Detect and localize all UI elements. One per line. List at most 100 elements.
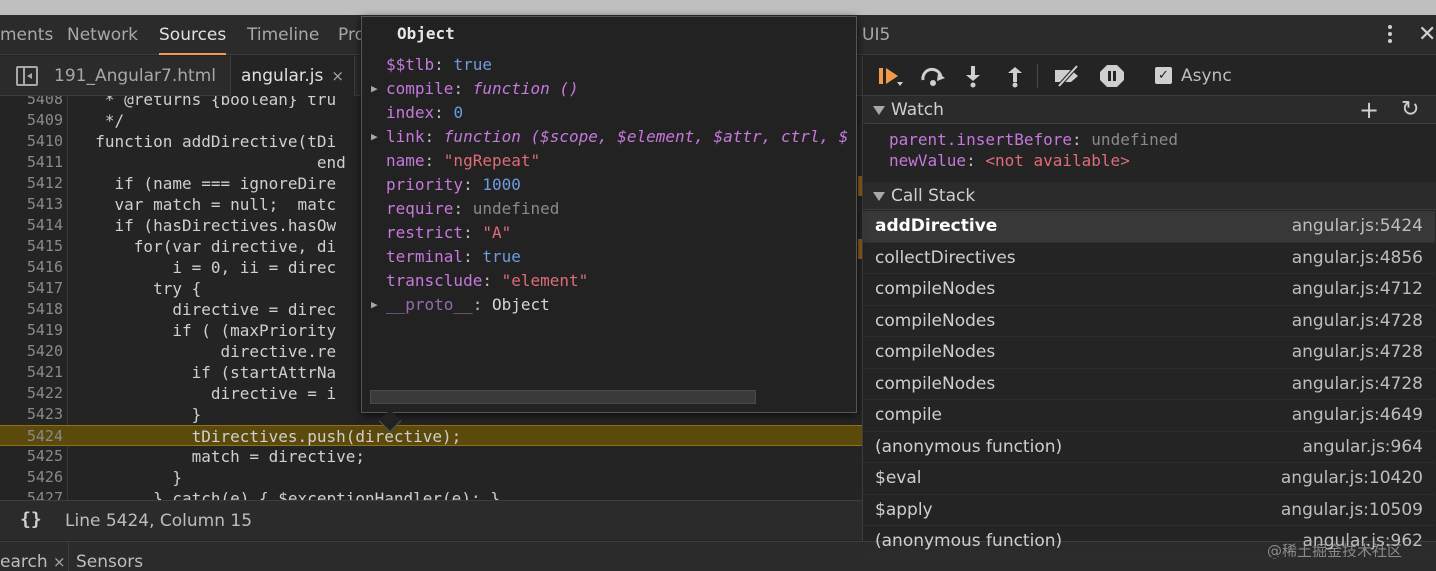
call-frame[interactable]: compileNodes angular.js:4728 [863, 337, 1435, 369]
code-text: } catch(e) { $exceptionHandler(e); } [76, 489, 500, 500]
watch-section-header[interactable]: Watch + ↻ [863, 96, 1436, 124]
call-frame[interactable]: compileNodes angular.js:4728 [863, 306, 1435, 337]
frame-location-link[interactable]: angular.js:962 [1303, 531, 1424, 551]
line-number[interactable]: 5420 [0, 341, 63, 362]
property-key: $$tlb [386, 55, 435, 74]
call-frame[interactable]: (anonymous function) angular.js:964 [863, 432, 1435, 463]
frame-location-link[interactable]: angular.js:4856 [1292, 248, 1423, 268]
current-execution-line[interactable]: 5424 tDirectives.push(directive); [0, 425, 862, 446]
line-number[interactable]: 5419 [0, 320, 63, 341]
drawer-separator [68, 542, 69, 571]
step-over-icon[interactable] [919, 64, 947, 88]
property-value: true [482, 247, 521, 266]
frame-location-link[interactable]: angular.js:4728 [1292, 311, 1423, 331]
watch-expression[interactable]: parent.insertBefore: undefined [889, 129, 1178, 150]
line-number[interactable]: 5418 [0, 299, 63, 320]
line-number[interactable]: 5426 [0, 467, 63, 488]
watch-expression[interactable]: newValue: <not available> [889, 150, 1130, 171]
code-line[interactable]: 5427 } catch(e) { $exceptionHandler(e); … [0, 488, 862, 500]
more-options-icon[interactable] [1382, 23, 1398, 47]
callstack-section-header[interactable]: Call Stack [863, 182, 1436, 210]
drawer-tab-sensors[interactable]: Sensors [76, 552, 143, 571]
frame-location-link[interactable]: angular.js:5424 [1292, 216, 1423, 236]
call-frame[interactable]: $eval angular.js:10420 [863, 463, 1435, 495]
refresh-icon[interactable]: ↻ [1401, 96, 1419, 124]
watch-name: parent.insertBefore [889, 130, 1073, 149]
frame-function-name: addDirective [875, 216, 998, 236]
frame-function-name: $eval [875, 468, 922, 488]
tab-sources[interactable]: Sources [159, 15, 227, 55]
pretty-print-icon[interactable]: {} [20, 509, 42, 530]
call-frame[interactable]: collectDirectives angular.js:4856 [863, 243, 1435, 274]
file-tab-191-angular7[interactable]: 191_Angular7.html [54, 56, 216, 96]
line-number[interactable]: 5409 [0, 110, 63, 131]
window-top-strip [0, 0, 1436, 15]
toggle-navigator-icon[interactable] [16, 66, 38, 86]
code-line[interactable]: 5426 } [0, 467, 862, 488]
call-frame[interactable]: compileNodes angular.js:4728 [863, 369, 1435, 400]
call-frame[interactable]: addDirective angular.js:5424 [863, 211, 1435, 243]
line-number[interactable]: 5422 [0, 383, 63, 404]
line-number[interactable]: 5421 [0, 362, 63, 383]
line-number[interactable]: 5413 [0, 194, 63, 215]
line-number[interactable]: 5414 [0, 215, 63, 236]
line-number[interactable]: 5425 [0, 446, 63, 467]
close-tab-icon[interactable]: × [331, 67, 344, 85]
object-inspector-popover: Object $$tlb: true ▶ compile: function () i… [361, 16, 857, 433]
line-number[interactable]: 5411 [0, 152, 63, 173]
line-number[interactable]: 5408 [0, 96, 63, 110]
watch-title: Watch [891, 100, 944, 120]
frame-location-link[interactable]: angular.js:4712 [1292, 279, 1423, 299]
watch-value: <not available> [985, 151, 1130, 170]
close-search-icon[interactable]: × [53, 553, 66, 571]
frame-location-link[interactable]: angular.js:4649 [1292, 405, 1423, 425]
frame-function-name: compileNodes [875, 373, 996, 394]
object-property[interactable]: ▶ link: function ($scope, $element, $attr… [371, 125, 848, 149]
object-property: require: undefined [386, 199, 560, 218]
tab-timeline[interactable]: Timeline [247, 15, 319, 55]
drawer-tab-search[interactable]: earch × [0, 552, 66, 571]
line-number[interactable]: 5412 [0, 173, 63, 194]
frame-location-link[interactable]: angular.js:964 [1303, 437, 1424, 457]
add-watch-icon[interactable]: + [1359, 96, 1379, 124]
horizontal-scrollbar[interactable] [370, 390, 756, 404]
debugger-sidebar: ✓ Async Watch + ↻ parent.insertBefore: u… [862, 56, 1436, 558]
line-number[interactable]: 5423 [0, 404, 63, 425]
object-property[interactable]: ▶ compile: function () [371, 77, 579, 101]
code-text: if (startAttrNa [76, 363, 337, 382]
close-devtools-icon[interactable]: ✕ [1418, 15, 1436, 55]
watch-name: newValue [889, 151, 967, 170]
tab-ui5[interactable]: UI5 [862, 15, 890, 55]
code-line[interactable]: 5425 match = directive; [0, 446, 862, 467]
frame-location-link[interactable]: angular.js:4728 [1292, 342, 1423, 362]
line-number[interactable]: 5424 [0, 426, 63, 447]
object-property[interactable]: ▶ __proto__: Object [371, 293, 550, 317]
call-frame[interactable]: compile angular.js:4649 [863, 400, 1435, 432]
async-checkbox[interactable]: ✓ [1155, 67, 1172, 84]
line-number[interactable]: 5410 [0, 131, 63, 152]
frame-location-link[interactable]: angular.js:10509 [1281, 500, 1423, 520]
call-frame[interactable]: (anonymous function) angular.js:962 [863, 526, 1435, 558]
frame-function-name: $apply [875, 499, 933, 520]
frame-location-link[interactable]: angular.js:4728 [1292, 374, 1423, 394]
line-number[interactable]: 5416 [0, 257, 63, 278]
pause-on-exceptions-icon[interactable] [1099, 64, 1125, 88]
line-number[interactable]: 5427 [0, 488, 63, 500]
file-tab-angular-js[interactable]: angular.js × [230, 56, 355, 96]
deactivate-breakpoints-icon[interactable] [1053, 64, 1083, 88]
frame-location-link[interactable]: angular.js:10420 [1281, 468, 1423, 488]
tab-elements[interactable]: ments [0, 15, 53, 55]
callstack-title: Call Stack [891, 186, 976, 206]
expand-arrow-icon[interactable]: ▶ [371, 77, 378, 101]
step-out-icon[interactable] [1005, 64, 1025, 88]
tab-network[interactable]: Network [67, 15, 138, 55]
line-number[interactable]: 5417 [0, 278, 63, 299]
expand-arrow-icon[interactable]: ▶ [371, 293, 378, 317]
frame-function-name: (anonymous function) [875, 531, 1063, 551]
call-frame[interactable]: $apply angular.js:10509 [863, 495, 1435, 526]
expand-arrow-icon[interactable]: ▶ [371, 125, 378, 149]
line-number[interactable]: 5415 [0, 236, 63, 257]
resume-icon[interactable] [877, 64, 905, 88]
step-into-icon[interactable] [963, 64, 983, 88]
call-frame[interactable]: compileNodes angular.js:4712 [863, 274, 1435, 306]
